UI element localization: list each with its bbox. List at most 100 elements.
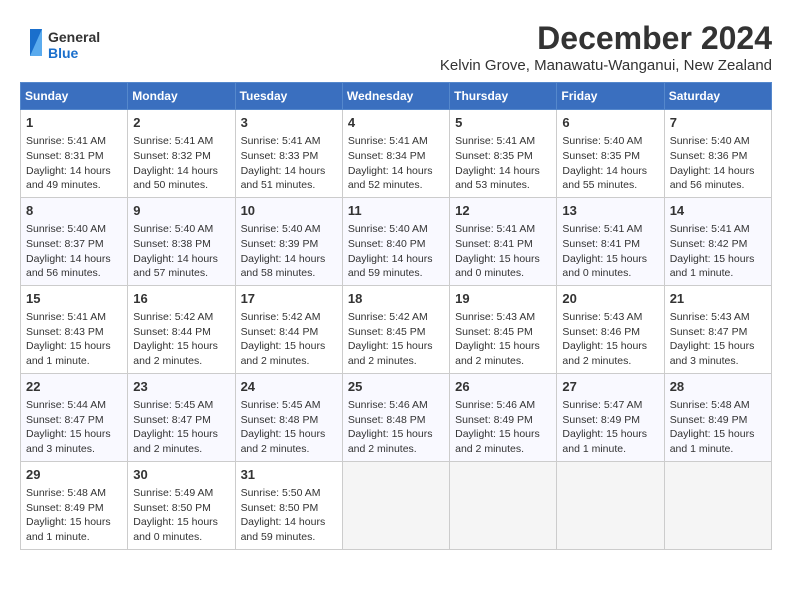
calendar-week-row: 29 Sunrise: 5:48 AM Sunset: 8:49 PM Dayli… xyxy=(21,461,772,549)
calendar-day-cell: 31 Sunrise: 5:50 AM Sunset: 8:50 PM Dayli… xyxy=(235,461,342,549)
calendar-day-cell: 29 Sunrise: 5:48 AM Sunset: 8:49 PM Dayli… xyxy=(21,461,128,549)
day-number: 9 xyxy=(133,202,229,220)
calendar-day-cell: 12 Sunrise: 5:41 AM Sunset: 8:41 PM Dayli… xyxy=(450,197,557,285)
calendar-day-cell: 17Sunrise: 5:42 AM Sunset: 8:44 PM Dayli… xyxy=(235,285,342,373)
logo: General Blue xyxy=(20,24,110,66)
calendar-day-cell: 4Sunrise: 5:41 AM Sunset: 8:34 PM Daylig… xyxy=(342,110,449,198)
day-number: 14 xyxy=(670,202,766,220)
day-number: 19 xyxy=(455,290,551,308)
calendar-week-row: 22Sunrise: 5:44 AM Sunset: 8:47 PM Dayli… xyxy=(21,373,772,461)
calendar-day-cell: 16Sunrise: 5:42 AM Sunset: 8:44 PM Dayli… xyxy=(128,285,235,373)
day-number: 11 xyxy=(348,202,444,220)
day-number: 13 xyxy=(562,202,658,220)
day-info: Sunrise: 5:41 AM Sunset: 8:32 PM Dayligh… xyxy=(133,134,229,193)
day-number: 24 xyxy=(241,378,337,396)
page-header: General Blue December 2024 Kelvin Grove,… xyxy=(20,20,772,74)
weekday-header: Thursday xyxy=(450,83,557,110)
calendar-day-cell xyxy=(342,461,449,549)
calendar-day-cell: 20 Sunrise: 5:43 AM Sunset: 8:46 PM Dayli… xyxy=(557,285,664,373)
calendar-day-cell xyxy=(664,461,771,549)
day-info: Sunrise: 5:41 AM Sunset: 8:35 PM Dayligh… xyxy=(455,134,551,193)
calendar-day-cell: 13 Sunrise: 5:41 AM Sunset: 8:41 PM Dayli… xyxy=(557,197,664,285)
day-info: Sunrise: 5:41 AM Sunset: 8:43 PM Dayligh… xyxy=(26,310,122,369)
day-info: Sunrise: 5:49 AM Sunset: 8:50 PM Dayligh… xyxy=(133,486,229,545)
calendar-day-cell: 8 Sunrise: 5:40 AM Sunset: 8:37 PM Daylig… xyxy=(21,197,128,285)
calendar-day-cell: 15Sunrise: 5:41 AM Sunset: 8:43 PM Dayli… xyxy=(21,285,128,373)
calendar-day-cell: 30 Sunrise: 5:49 AM Sunset: 8:50 PM Dayli… xyxy=(128,461,235,549)
calendar-table: SundayMondayTuesdayWednesdayThursdayFrid… xyxy=(20,82,772,550)
calendar-day-cell: 28Sunrise: 5:48 AM Sunset: 8:49 PM Dayli… xyxy=(664,373,771,461)
day-info: Sunrise: 5:40 AM Sunset: 8:40 PM Dayligh… xyxy=(348,222,444,281)
day-number: 16 xyxy=(133,290,229,308)
svg-text:General: General xyxy=(48,29,100,45)
day-number: 5 xyxy=(455,114,551,132)
calendar-day-cell: 3Sunrise: 5:41 AM Sunset: 8:33 PM Daylig… xyxy=(235,110,342,198)
weekday-header: Monday xyxy=(128,83,235,110)
day-info: Sunrise: 5:41 AM Sunset: 8:33 PM Dayligh… xyxy=(241,134,337,193)
title-area: December 2024 Kelvin Grove, Manawatu-Wan… xyxy=(440,20,772,74)
day-number: 7 xyxy=(670,114,766,132)
day-number: 4 xyxy=(348,114,444,132)
day-info: Sunrise: 5:42 AM Sunset: 8:45 PM Dayligh… xyxy=(348,310,444,369)
day-info: Sunrise: 5:48 AM Sunset: 8:49 PM Dayligh… xyxy=(670,398,766,457)
svg-text:Blue: Blue xyxy=(48,45,79,61)
day-info: Sunrise: 5:50 AM Sunset: 8:50 PM Dayligh… xyxy=(241,486,337,545)
page-title: December 2024 xyxy=(440,20,772,57)
calendar-day-cell xyxy=(450,461,557,549)
weekday-header: Tuesday xyxy=(235,83,342,110)
page-subtitle: Kelvin Grove, Manawatu-Wanganui, New Zea… xyxy=(440,57,772,74)
day-info: Sunrise: 5:45 AM Sunset: 8:48 PM Dayligh… xyxy=(241,398,337,457)
day-number: 8 xyxy=(26,202,122,220)
calendar-day-cell: 27Sunrise: 5:47 AM Sunset: 8:49 PM Dayli… xyxy=(557,373,664,461)
day-number: 21 xyxy=(670,290,766,308)
weekday-header: Wednesday xyxy=(342,83,449,110)
calendar-week-row: 15Sunrise: 5:41 AM Sunset: 8:43 PM Dayli… xyxy=(21,285,772,373)
day-number: 20 xyxy=(562,290,658,308)
calendar-day-cell: 5 Sunrise: 5:41 AM Sunset: 8:35 PM Daylig… xyxy=(450,110,557,198)
day-info: Sunrise: 5:41 AM Sunset: 8:42 PM Dayligh… xyxy=(670,222,766,281)
day-info: Sunrise: 5:48 AM Sunset: 8:49 PM Dayligh… xyxy=(26,486,122,545)
calendar-week-row: 8 Sunrise: 5:40 AM Sunset: 8:37 PM Daylig… xyxy=(21,197,772,285)
weekday-header: Sunday xyxy=(21,83,128,110)
day-number: 2 xyxy=(133,114,229,132)
day-info: Sunrise: 5:47 AM Sunset: 8:49 PM Dayligh… xyxy=(562,398,658,457)
day-number: 26 xyxy=(455,378,551,396)
calendar-day-cell xyxy=(557,461,664,549)
day-number: 31 xyxy=(241,466,337,484)
calendar-day-cell: 9 Sunrise: 5:40 AM Sunset: 8:38 PM Daylig… xyxy=(128,197,235,285)
calendar-day-cell: 7Sunrise: 5:40 AM Sunset: 8:36 PM Daylig… xyxy=(664,110,771,198)
day-number: 29 xyxy=(26,466,122,484)
day-number: 25 xyxy=(348,378,444,396)
day-number: 30 xyxy=(133,466,229,484)
day-info: Sunrise: 5:43 AM Sunset: 8:47 PM Dayligh… xyxy=(670,310,766,369)
calendar-day-cell: 2 Sunrise: 5:41 AM Sunset: 8:32 PM Daylig… xyxy=(128,110,235,198)
calendar-day-cell: 6Sunrise: 5:40 AM Sunset: 8:35 PM Daylig… xyxy=(557,110,664,198)
calendar-day-cell: 14 Sunrise: 5:41 AM Sunset: 8:42 PM Dayli… xyxy=(664,197,771,285)
calendar-day-cell: 19Sunrise: 5:43 AM Sunset: 8:45 PM Dayli… xyxy=(450,285,557,373)
day-number: 17 xyxy=(241,290,337,308)
day-number: 6 xyxy=(562,114,658,132)
logo-svg: General Blue xyxy=(20,24,110,66)
day-info: Sunrise: 5:45 AM Sunset: 8:47 PM Dayligh… xyxy=(133,398,229,457)
day-info: Sunrise: 5:41 AM Sunset: 8:41 PM Dayligh… xyxy=(455,222,551,281)
weekday-header: Saturday xyxy=(664,83,771,110)
day-number: 18 xyxy=(348,290,444,308)
calendar-day-cell: 26 Sunrise: 5:46 AM Sunset: 8:49 PM Dayli… xyxy=(450,373,557,461)
day-info: Sunrise: 5:40 AM Sunset: 8:37 PM Dayligh… xyxy=(26,222,122,281)
calendar-day-cell: 21 Sunrise: 5:43 AM Sunset: 8:47 PM Dayli… xyxy=(664,285,771,373)
calendar-week-row: 1 Sunrise: 5:41 AM Sunset: 8:31 PM Daylig… xyxy=(21,110,772,198)
calendar-day-cell: 23Sunrise: 5:45 AM Sunset: 8:47 PM Dayli… xyxy=(128,373,235,461)
day-info: Sunrise: 5:40 AM Sunset: 8:39 PM Dayligh… xyxy=(241,222,337,281)
calendar-day-cell: 1 Sunrise: 5:41 AM Sunset: 8:31 PM Daylig… xyxy=(21,110,128,198)
day-info: Sunrise: 5:41 AM Sunset: 8:31 PM Dayligh… xyxy=(26,134,122,193)
calendar-day-cell: 11 Sunrise: 5:40 AM Sunset: 8:40 PM Dayli… xyxy=(342,197,449,285)
day-info: Sunrise: 5:40 AM Sunset: 8:38 PM Dayligh… xyxy=(133,222,229,281)
day-info: Sunrise: 5:43 AM Sunset: 8:46 PM Dayligh… xyxy=(562,310,658,369)
day-number: 1 xyxy=(26,114,122,132)
calendar-day-cell: 22Sunrise: 5:44 AM Sunset: 8:47 PM Dayli… xyxy=(21,373,128,461)
day-info: Sunrise: 5:46 AM Sunset: 8:49 PM Dayligh… xyxy=(455,398,551,457)
weekday-header: Friday xyxy=(557,83,664,110)
day-number: 12 xyxy=(455,202,551,220)
calendar-day-cell: 10Sunrise: 5:40 AM Sunset: 8:39 PM Dayli… xyxy=(235,197,342,285)
day-info: Sunrise: 5:41 AM Sunset: 8:41 PM Dayligh… xyxy=(562,222,658,281)
